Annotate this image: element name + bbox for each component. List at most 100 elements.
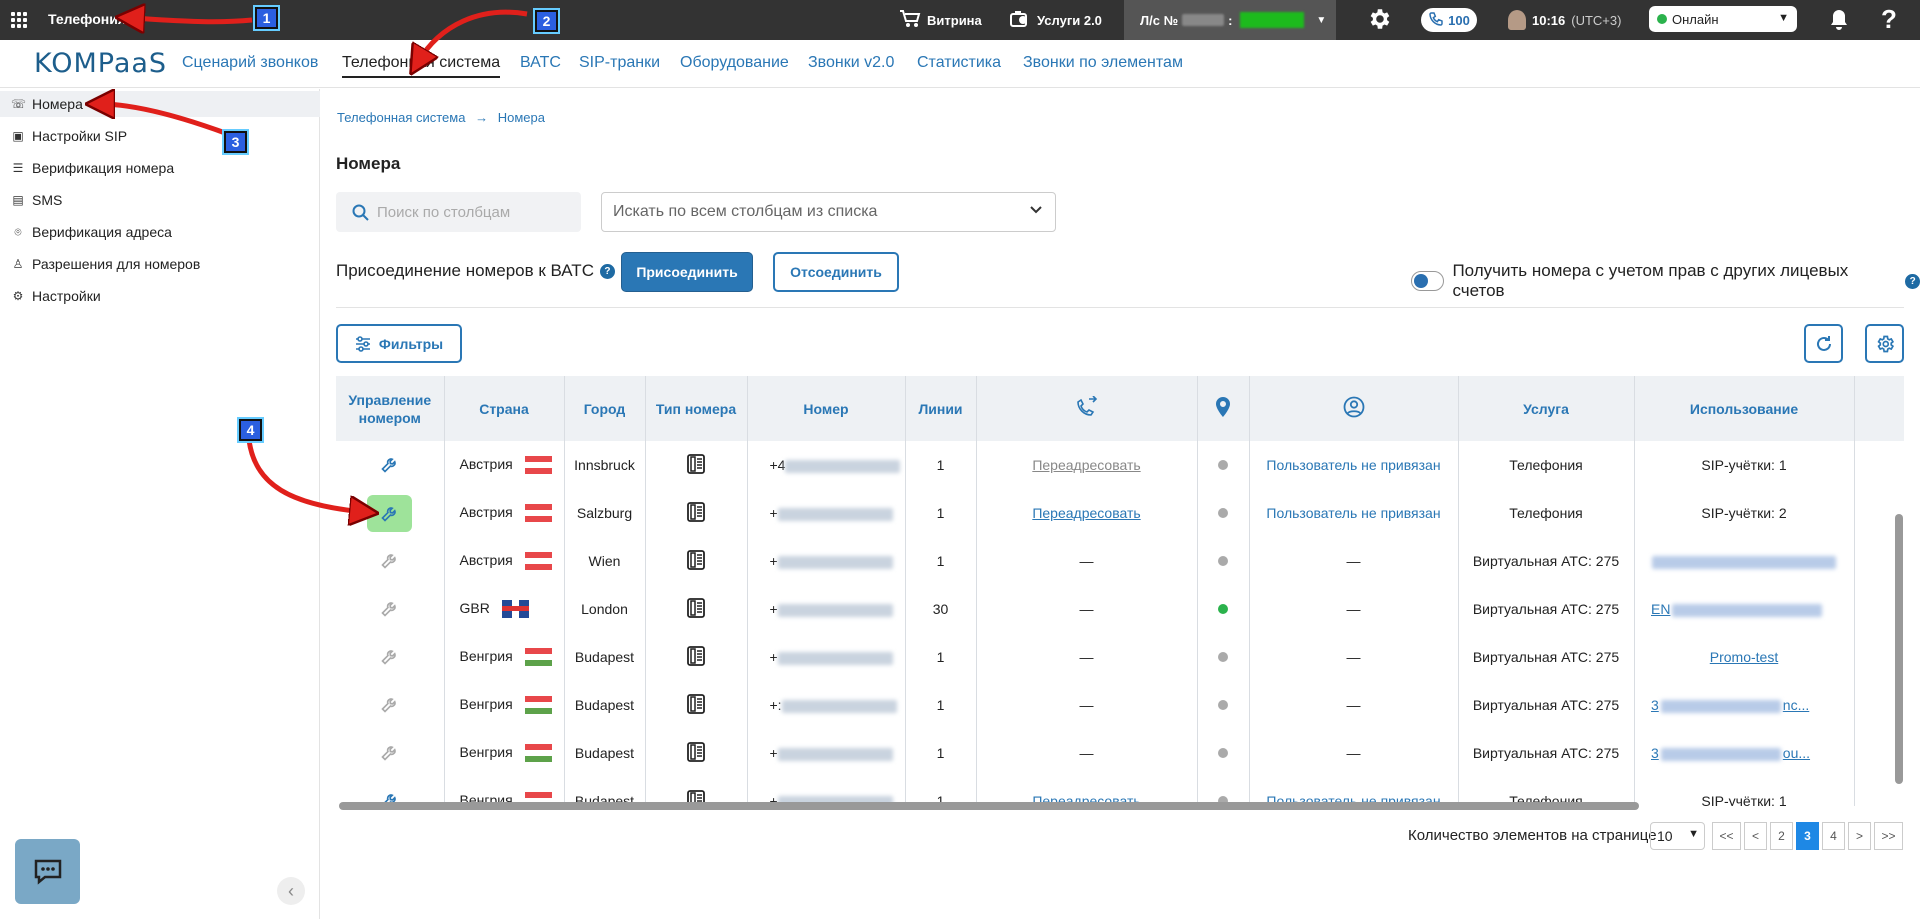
filters-button[interactable]: Фильтры [336,324,462,363]
nav-statistics[interactable]: Статистика [917,54,1001,72]
col-header-number-type[interactable]: Тип номера [645,376,748,441]
kompaas-logo[interactable]: KOMPaaS [34,48,167,79]
chat-button[interactable] [15,839,80,904]
status-select[interactable]: Онлайн ▼ [1649,6,1797,32]
toggle-switch[interactable] [1411,271,1445,291]
sidebar-item-numbers[interactable]: ☏ Номера [0,91,320,117]
forward-cell: — [976,729,1198,777]
user-link[interactable]: Пользователь не привязан [1266,505,1440,521]
help-icon[interactable]: ? [599,263,615,279]
showcase-link[interactable]: Витрина [899,0,982,40]
table-settings-button[interactable] [1865,324,1904,363]
chevron-down-icon: ▼ [1688,828,1699,840]
horizontal-scrollbar[interactable] [339,802,1639,810]
wrench-icon[interactable] [367,494,413,532]
annotation-badge-3: 3 [224,131,247,153]
nav-equipment[interactable]: Оборудование [680,54,789,72]
table-row: Венгрия Budapest +1 — — Виртуальная АТС: 275 P… [336,633,1904,681]
number-cell: + [747,537,906,585]
nav-call-scenario[interactable]: Сценарий звонков [182,54,318,72]
help-icon[interactable]: ? [1905,273,1920,289]
nav-phone-system[interactable]: Телефонная система [342,54,501,78]
sidebar-item-sip-settings[interactable]: ▣ Настройки SIP [0,123,320,149]
col-header-usage[interactable]: Использование [1634,376,1855,441]
sidebar-item-number-verification[interactable]: ☰ Верификация номера [0,155,320,181]
page-prev[interactable]: < [1744,822,1767,850]
nav-sip-trunks[interactable]: SIP-транки [579,54,660,72]
page-4[interactable]: 4 [1822,822,1845,850]
sidebar-item-number-permissions[interactable]: ♙ Разрешения для номеров [0,251,320,277]
nav-vats[interactable]: ВАТС [520,54,561,72]
number-masked [777,747,893,761]
col-header-country[interactable]: Страна [444,376,565,441]
page-2[interactable]: 2 [1770,822,1793,850]
search-scope-select[interactable]: Искать по всем столбцам из списка [601,192,1056,232]
detach-button[interactable]: Отсоединить [773,252,899,292]
sidebar-item-address-verification[interactable]: ⌾ Верификация адреса [0,219,320,245]
sidebar-item-label: Верификация адреса [32,224,172,240]
lines-cell: 1 [905,441,977,489]
apps-grid-icon[interactable] [11,12,27,28]
col-header-management[interactable]: Управление номером [336,376,445,441]
usage-link[interactable]: Promo-test [1710,649,1778,665]
status-text: Онлайн [1672,11,1719,27]
page-last[interactable]: >> [1874,822,1903,850]
nav-calls-by-elements[interactable]: Звонки по элементам [1023,54,1183,72]
country-cell: Венгрия [444,633,565,681]
number-type-cell [645,585,748,633]
forward-call-icon [1076,394,1097,416]
location-icon: ⌾ [14,225,22,239]
usage-cell: SIP-учётки: 1 [1634,441,1855,489]
phone-icon [1428,11,1444,30]
page-3[interactable]: 3 [1796,822,1819,850]
wrench-icon[interactable] [380,457,400,477]
nav-calls-v2[interactable]: Звонки v2.0 [808,54,894,72]
col-header-user[interactable] [1249,376,1459,441]
services-link[interactable]: Услуги 2.0 [1009,0,1102,40]
col-header-lines[interactable]: Линии [905,376,977,441]
app-title[interactable]: Телефония [48,11,126,27]
attach-button[interactable]: Присоединить [621,252,753,292]
bell-icon[interactable] [1828,8,1850,35]
flag-hu-icon [524,696,552,715]
country-cell: GBR [444,585,565,633]
usage-link[interactable]: 3 nc... [1651,697,1837,713]
collapse-sidebar-icon[interactable]: ‹ [277,877,305,905]
breadcrumb-root[interactable]: Телефонная система [337,110,465,125]
account-selector[interactable]: Л/с № : ▼ [1124,0,1336,40]
usage-link[interactable]: 3 ou... [1651,745,1837,761]
table-row: GBR London +30 — — Виртуальная АТС: 275 EN [336,585,1904,633]
other-accounts-toggle[interactable]: Получить номера с учетом прав с других л… [1411,261,1920,301]
user-time[interactable]: 10:16 (UTC+3) [1508,0,1621,40]
chat-icon [34,859,61,885]
refresh-button[interactable] [1804,324,1843,363]
vertical-scrollbar[interactable] [1895,514,1903,784]
user-value: — [1346,649,1361,665]
column-search-input[interactable]: Поиск по столбцам [336,192,581,232]
usage-link[interactable]: EN [1651,601,1837,617]
user-value: — [1346,745,1361,761]
col-header-location[interactable] [1197,376,1250,441]
user-link[interactable]: Пользователь не привязан [1266,457,1440,473]
search-icon [352,204,369,221]
country-name: Австрия [459,455,513,472]
user-value: — [1346,697,1361,713]
sidebar-item-settings[interactable]: ⚙ Настройки [0,283,320,309]
col-header-service[interactable]: Услуга [1458,376,1635,441]
help-icon[interactable]: ? [1881,4,1897,35]
calls-counter[interactable]: 100 [1421,8,1477,32]
sidebar-item-label: Настройки SIP [32,128,128,144]
page-next[interactable]: > [1848,822,1871,850]
col-header-city[interactable]: Город [564,376,646,441]
page-size-select[interactable]: 10 ▼ [1650,822,1705,850]
forward-link[interactable]: Переадресовать [1032,457,1140,473]
settings-gear-icon[interactable] [1366,6,1392,35]
page-first[interactable]: << [1712,822,1741,850]
forward-link[interactable]: Переадресовать [1032,505,1140,521]
col-header-number[interactable]: Номер [747,376,906,441]
sidebar-item-sms[interactable]: ▤ SMS [0,187,320,213]
breadcrumb-current[interactable]: Номера [498,110,545,125]
col-header-forwarding[interactable] [976,376,1198,441]
sidebar-item-label: Настройки [32,288,101,304]
table-row: Австрия Wien +1 — — Виртуальная АТС: 275 [336,537,1904,585]
